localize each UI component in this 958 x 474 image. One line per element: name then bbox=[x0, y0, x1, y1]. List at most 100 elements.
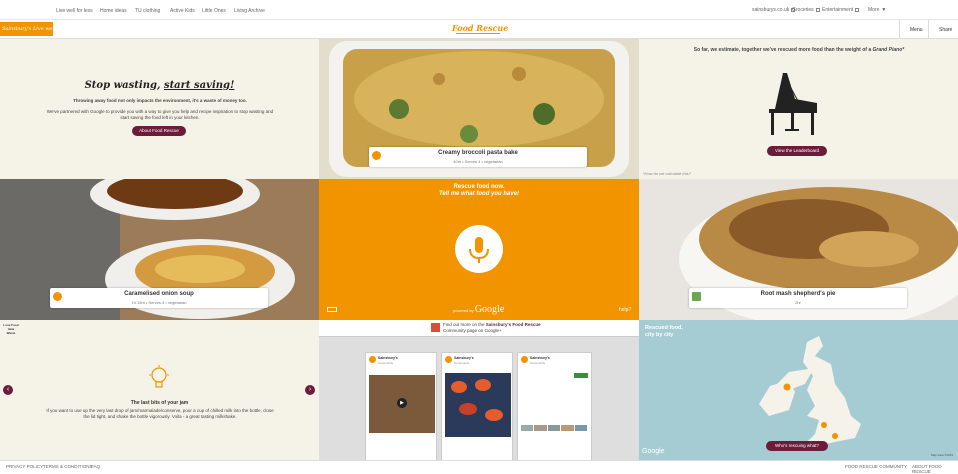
recipe-meta: 40m • Serves 4 • vegetarian bbox=[453, 159, 503, 164]
post-author: Sainsbury's bbox=[530, 356, 550, 360]
tip-body: If you want to use up the very last drop… bbox=[46, 408, 274, 419]
privacy-policy-link[interactable]: PRIVACY POLICY bbox=[6, 464, 43, 469]
intro-tile: Stop wasting, start saving! Throwing awa… bbox=[0, 39, 319, 179]
member-avatar bbox=[547, 425, 561, 431]
food-rescue-logo[interactable]: Food Rescue bbox=[452, 23, 508, 33]
recipe-tile-pasta-bake[interactable]: Creamy broccoli pasta bake 40m • Serves … bbox=[319, 39, 639, 179]
community-sidebar[interactable]: Sainsbury's Community bbox=[517, 352, 592, 460]
map-tile[interactable]: Rescued food, city by city Who's rescuin… bbox=[639, 320, 958, 460]
food-rescue-community-link[interactable]: FOOD RESCUE COMMUNITY bbox=[845, 464, 907, 469]
view-leaderboard-button[interactable]: View the Leaderboard bbox=[767, 146, 827, 156]
powered-by-prefix: powered by bbox=[453, 308, 474, 313]
nav-link-groceries-label: Groceries bbox=[792, 7, 814, 13]
nav-link-home-ideas[interactable]: Home ideas bbox=[100, 8, 127, 14]
apple-slice bbox=[459, 403, 477, 415]
recipe-meta: 2hr bbox=[795, 300, 801, 305]
join-button[interactable] bbox=[574, 373, 588, 378]
post-avatar bbox=[521, 356, 528, 363]
terms-conditions-link[interactable]: TERMS & CONDITIONS bbox=[43, 464, 93, 469]
microphone-icon bbox=[469, 237, 489, 263]
recipe-meta: 1h 15m • Serves 4 • vegetarian bbox=[131, 300, 187, 305]
google-map-logo: Google bbox=[642, 448, 665, 455]
love-food-hate-waste-logo: Love Food Hate Waste bbox=[3, 323, 19, 335]
post-source: Community bbox=[530, 361, 546, 365]
apple-slice bbox=[451, 381, 467, 393]
map-marker bbox=[783, 383, 791, 391]
recipe-card-pasta-bake[interactable]: Creamy broccoli pasta bake 40m • Serves … bbox=[369, 147, 587, 167]
nav-link-living-archive[interactable]: Living Archive bbox=[234, 8, 265, 14]
top-navigation: Live well for less Home ideas TU clothin… bbox=[0, 0, 958, 20]
share-button[interactable]: Share bbox=[928, 20, 958, 39]
post-photo-apples bbox=[445, 373, 511, 437]
recipe-card-shepherds-pie[interactable]: Root mash shepherd's pie 2hr bbox=[689, 288, 907, 308]
leaderboard-text-a: So far, we estimate, together we've resc… bbox=[693, 47, 873, 53]
recipe-title: Caramelised onion soup bbox=[124, 291, 194, 297]
post-source: Community bbox=[454, 361, 470, 365]
nav-link-groceries[interactable]: Groceries bbox=[792, 7, 820, 13]
voice-line-2: Tell me what food you have! bbox=[438, 191, 520, 197]
community-line-2: Community page on Google+ bbox=[443, 328, 502, 333]
community-post-1[interactable]: Sainsbury's Community ▶ bbox=[365, 352, 437, 460]
recipe-tile-shepherds-pie[interactable]: Root mash shepherd's pie 2hr bbox=[639, 179, 958, 320]
uk-map bbox=[759, 336, 861, 448]
nav-link-live-well[interactable]: Live well for less bbox=[56, 8, 93, 14]
external-link-icon bbox=[815, 8, 820, 12]
community-banner[interactable]: Find out more on the Sainsbury's Food Re… bbox=[319, 320, 639, 337]
nav-link-little-ones[interactable]: Little Ones bbox=[202, 8, 226, 14]
help-link[interactable]: help? bbox=[619, 307, 631, 313]
calculation-note-link[interactable]: *How do we calculate this? bbox=[643, 171, 691, 176]
intro-title-b: start saving! bbox=[163, 80, 235, 91]
post-author: Sainsbury's bbox=[378, 356, 398, 360]
post-author: Sainsbury's bbox=[454, 356, 474, 360]
recipe-card-onion-soup[interactable]: Caramelised onion soup 1h 15m • Serves 4… bbox=[50, 288, 268, 308]
post-avatar bbox=[445, 356, 452, 363]
member-avatars bbox=[521, 425, 588, 431]
powered-by-google: powered by Google bbox=[453, 304, 504, 315]
sainsburys-logo[interactable]: Sainsbury's Live well for less bbox=[0, 22, 53, 36]
about-food-rescue-link[interactable]: ABOUT FOOD RESCUE bbox=[912, 464, 958, 474]
nav-link-active-kids[interactable]: Active Kids bbox=[170, 8, 195, 14]
voice-search-tile: Rescue food now. Tell me what food you h… bbox=[319, 179, 639, 320]
post-video-thumbnail: ▶ bbox=[369, 375, 435, 433]
nav-link-tu-clothing[interactable]: TU clothing bbox=[135, 8, 160, 14]
play-icon[interactable]: ▶ bbox=[397, 398, 407, 408]
faq-link[interactable]: FAQ bbox=[91, 464, 100, 469]
leaderboard-text-b: Grand Piano* bbox=[872, 47, 905, 53]
caret-down-icon: ▼ bbox=[881, 7, 887, 13]
intro-title-a: Stop wasting, bbox=[84, 80, 164, 91]
food-rescue-underline bbox=[456, 33, 500, 34]
community-post-2[interactable]: Sainsbury's Community bbox=[441, 352, 513, 460]
apple-slice bbox=[485, 409, 503, 421]
member-avatar bbox=[574, 425, 588, 431]
next-tip-button[interactable]: › bbox=[305, 385, 315, 395]
about-food-rescue-button[interactable]: About Food Rescue bbox=[132, 126, 186, 136]
external-link-icon bbox=[855, 8, 860, 12]
post-source: Community bbox=[378, 361, 394, 365]
previous-tip-button[interactable]: ‹ bbox=[3, 385, 13, 395]
community-tile[interactable]: Find out more on the Sainsbury's Food Re… bbox=[319, 320, 639, 460]
great-britain-shape bbox=[801, 336, 861, 448]
tip-tile: Love Food Hate Waste ‹ › The last bits o… bbox=[0, 320, 319, 460]
leaderboard-text: So far, we estimate, together we've resc… bbox=[659, 47, 939, 53]
whos-rescuing-what-button[interactable]: Who's rescuing what? bbox=[766, 441, 828, 451]
nav-link-entertainment[interactable]: Entertainment bbox=[822, 7, 860, 13]
apple-slice bbox=[475, 379, 491, 391]
footer: PRIVACY POLICY TERMS & CONDITIONS FAQ FO… bbox=[0, 460, 958, 474]
map-credit: Map data ©2015 bbox=[931, 453, 954, 457]
member-avatar bbox=[561, 425, 574, 431]
intro-subtitle: Throwing away food not only impacts the … bbox=[73, 98, 247, 103]
nav-more-dropdown[interactable]: More ▼ bbox=[868, 7, 886, 13]
community-line-1-prefix: Find out more on the bbox=[443, 322, 486, 327]
google-plus-icon bbox=[431, 323, 440, 332]
community-link[interactable]: Sainsbury's Food Rescue bbox=[486, 322, 541, 327]
recipe-title: Creamy broccoli pasta bake bbox=[438, 150, 518, 156]
intro-title: Stop wasting, start saving! bbox=[0, 80, 319, 91]
brand-bar: Sainsbury's Live well for less Food Resc… bbox=[0, 20, 958, 39]
keyboard-icon[interactable] bbox=[327, 307, 337, 312]
microphone-button[interactable] bbox=[455, 225, 503, 273]
map-marker bbox=[832, 433, 838, 439]
member-avatar bbox=[534, 425, 547, 431]
nav-link-sainsburys[interactable]: sainsburys.co.uk bbox=[752, 7, 796, 13]
nav-more-label: More bbox=[868, 7, 880, 13]
recipe-tile-onion-soup[interactable]: Caramelised onion soup 1h 15m • Serves 4… bbox=[0, 179, 319, 320]
